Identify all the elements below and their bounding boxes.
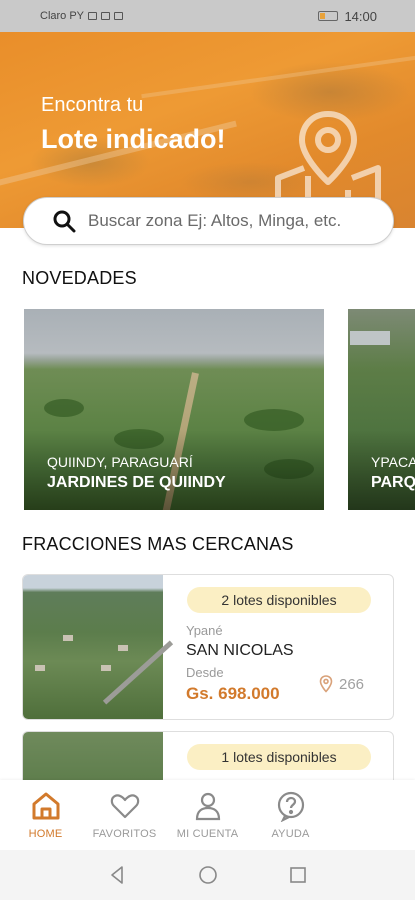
nav-ayuda[interactable]: AYUDA xyxy=(249,780,332,850)
status-bar: Claro PY 14:00 xyxy=(0,0,415,32)
availability-badge: 1 lotes disponibles xyxy=(187,744,371,770)
news-card-name: PARQU xyxy=(371,474,415,491)
search-input[interactable] xyxy=(88,211,378,231)
status-left: Claro PY xyxy=(40,10,124,22)
news-card-name: JARDINES DE QUIINDY xyxy=(47,474,226,491)
system-navigation-bar xyxy=(0,850,415,900)
nav-favoritos[interactable]: FAVORITOS xyxy=(83,780,166,850)
carrier-label: Claro PY xyxy=(40,10,85,22)
price-from-label: Desde xyxy=(186,665,224,680)
lote-city: Ypané xyxy=(186,623,223,638)
home-circle-icon[interactable] xyxy=(198,865,218,885)
lote-price: Gs. 698.000 xyxy=(186,684,280,703)
user-icon xyxy=(195,792,220,821)
recents-icon[interactable] xyxy=(288,865,308,885)
nav-mi-cuenta[interactable]: MI CUENTA xyxy=(166,780,249,850)
nav-home-label: HOME xyxy=(28,828,63,840)
search-bar[interactable] xyxy=(23,197,394,245)
news-card-place: QUIINDY, PARAGUARÍ xyxy=(47,454,193,470)
news-card[interactable]: YPACA PARQU xyxy=(348,309,415,510)
lote-card[interactable]: 2 lotes disponibles Ypané SAN NICOLAS De… xyxy=(22,574,394,720)
lote-photo xyxy=(23,575,174,719)
home-icon xyxy=(32,792,59,820)
search-icon xyxy=(53,210,76,233)
wifi-icon xyxy=(101,12,111,20)
hero-subtitle: Encontra tu xyxy=(41,94,144,116)
nav-mi-cuenta-label: MI CUENTA xyxy=(176,828,239,840)
notification-icon xyxy=(114,12,124,20)
nav-favoritos-label: FAVORITOS xyxy=(92,828,157,840)
clock: 14:00 xyxy=(344,8,377,24)
bottom-navigation: HOME FAVORITOS MI CUENTA AYUDA xyxy=(0,780,415,850)
back-icon[interactable] xyxy=(108,865,128,885)
heart-icon xyxy=(110,794,139,819)
nearby-section-title: FRACCIONES MAS CERCANAS xyxy=(22,534,294,554)
nav-home[interactable]: HOME xyxy=(0,780,83,850)
distance-value: 266 xyxy=(339,675,365,693)
nav-ayuda-label: AYUDA xyxy=(271,828,310,840)
help-icon xyxy=(277,791,304,822)
news-section-title: NOVEDADES xyxy=(22,268,137,288)
signal-icon xyxy=(88,12,98,20)
lote-name: SAN NICOLAS xyxy=(186,642,294,659)
news-card[interactable]: QUIINDY, PARAGUARÍ JARDINES DE QUIINDY xyxy=(24,309,324,510)
news-card-place: YPACA xyxy=(371,454,415,470)
hero-title: Lote indicado! xyxy=(41,124,226,154)
availability-badge: 2 lotes disponibles xyxy=(187,587,371,613)
status-right: 14:00 xyxy=(318,9,377,24)
battery-icon xyxy=(318,11,339,21)
location-pin-icon xyxy=(319,675,333,693)
distance: 266 xyxy=(319,675,364,693)
